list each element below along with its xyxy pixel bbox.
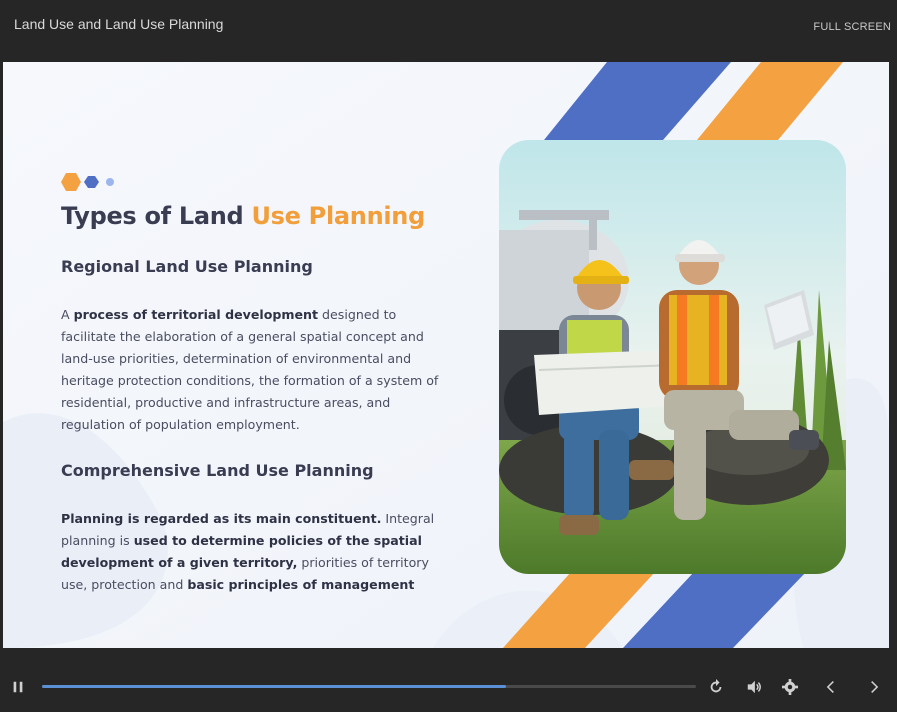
course-title: Land Use and Land Use Planning [14,16,224,32]
player-controls [0,648,897,712]
progress-bar[interactable] [42,685,696,688]
text-segment: designed to facilitate the elaboration o… [61,307,439,432]
text-bold-segment: process of territorial development [73,307,319,322]
slide-heading: Types of Land Use Planning [61,202,425,230]
heading-text: Types of Land [61,202,252,230]
prev-icon[interactable] [822,678,840,696]
photo-engineers-icon [499,140,846,574]
section-text-comprehensive: Planning is regarded as its main constit… [61,508,446,596]
section-title-comprehensive: Comprehensive Land Use Planning [61,461,374,480]
text-bold-segment: Planning is regarded as its main constit… [61,511,382,526]
pause-icon[interactable] [10,679,26,695]
section-text-regional: A process of territorial development des… [61,304,446,436]
replay-icon[interactable] [707,678,725,696]
progress-fill [42,685,507,688]
heading-accent-text: Use Planning [251,202,425,230]
hexagon-decoration-icon [61,173,114,191]
section-title-regional: Regional Land Use Planning [61,257,313,276]
volume-icon[interactable] [745,678,763,696]
slide: Types of Land Use Planning Regional Land… [3,62,889,648]
text-bold-segment: basic principles of management [187,577,415,592]
text-segment: A [61,307,74,322]
fullscreen-button[interactable]: FULL SCREEN [813,21,891,33]
settings-icon[interactable] [781,678,799,696]
top-bar: Land Use and Land Use Planning FULL SCRE… [0,0,897,62]
next-icon[interactable] [865,678,883,696]
